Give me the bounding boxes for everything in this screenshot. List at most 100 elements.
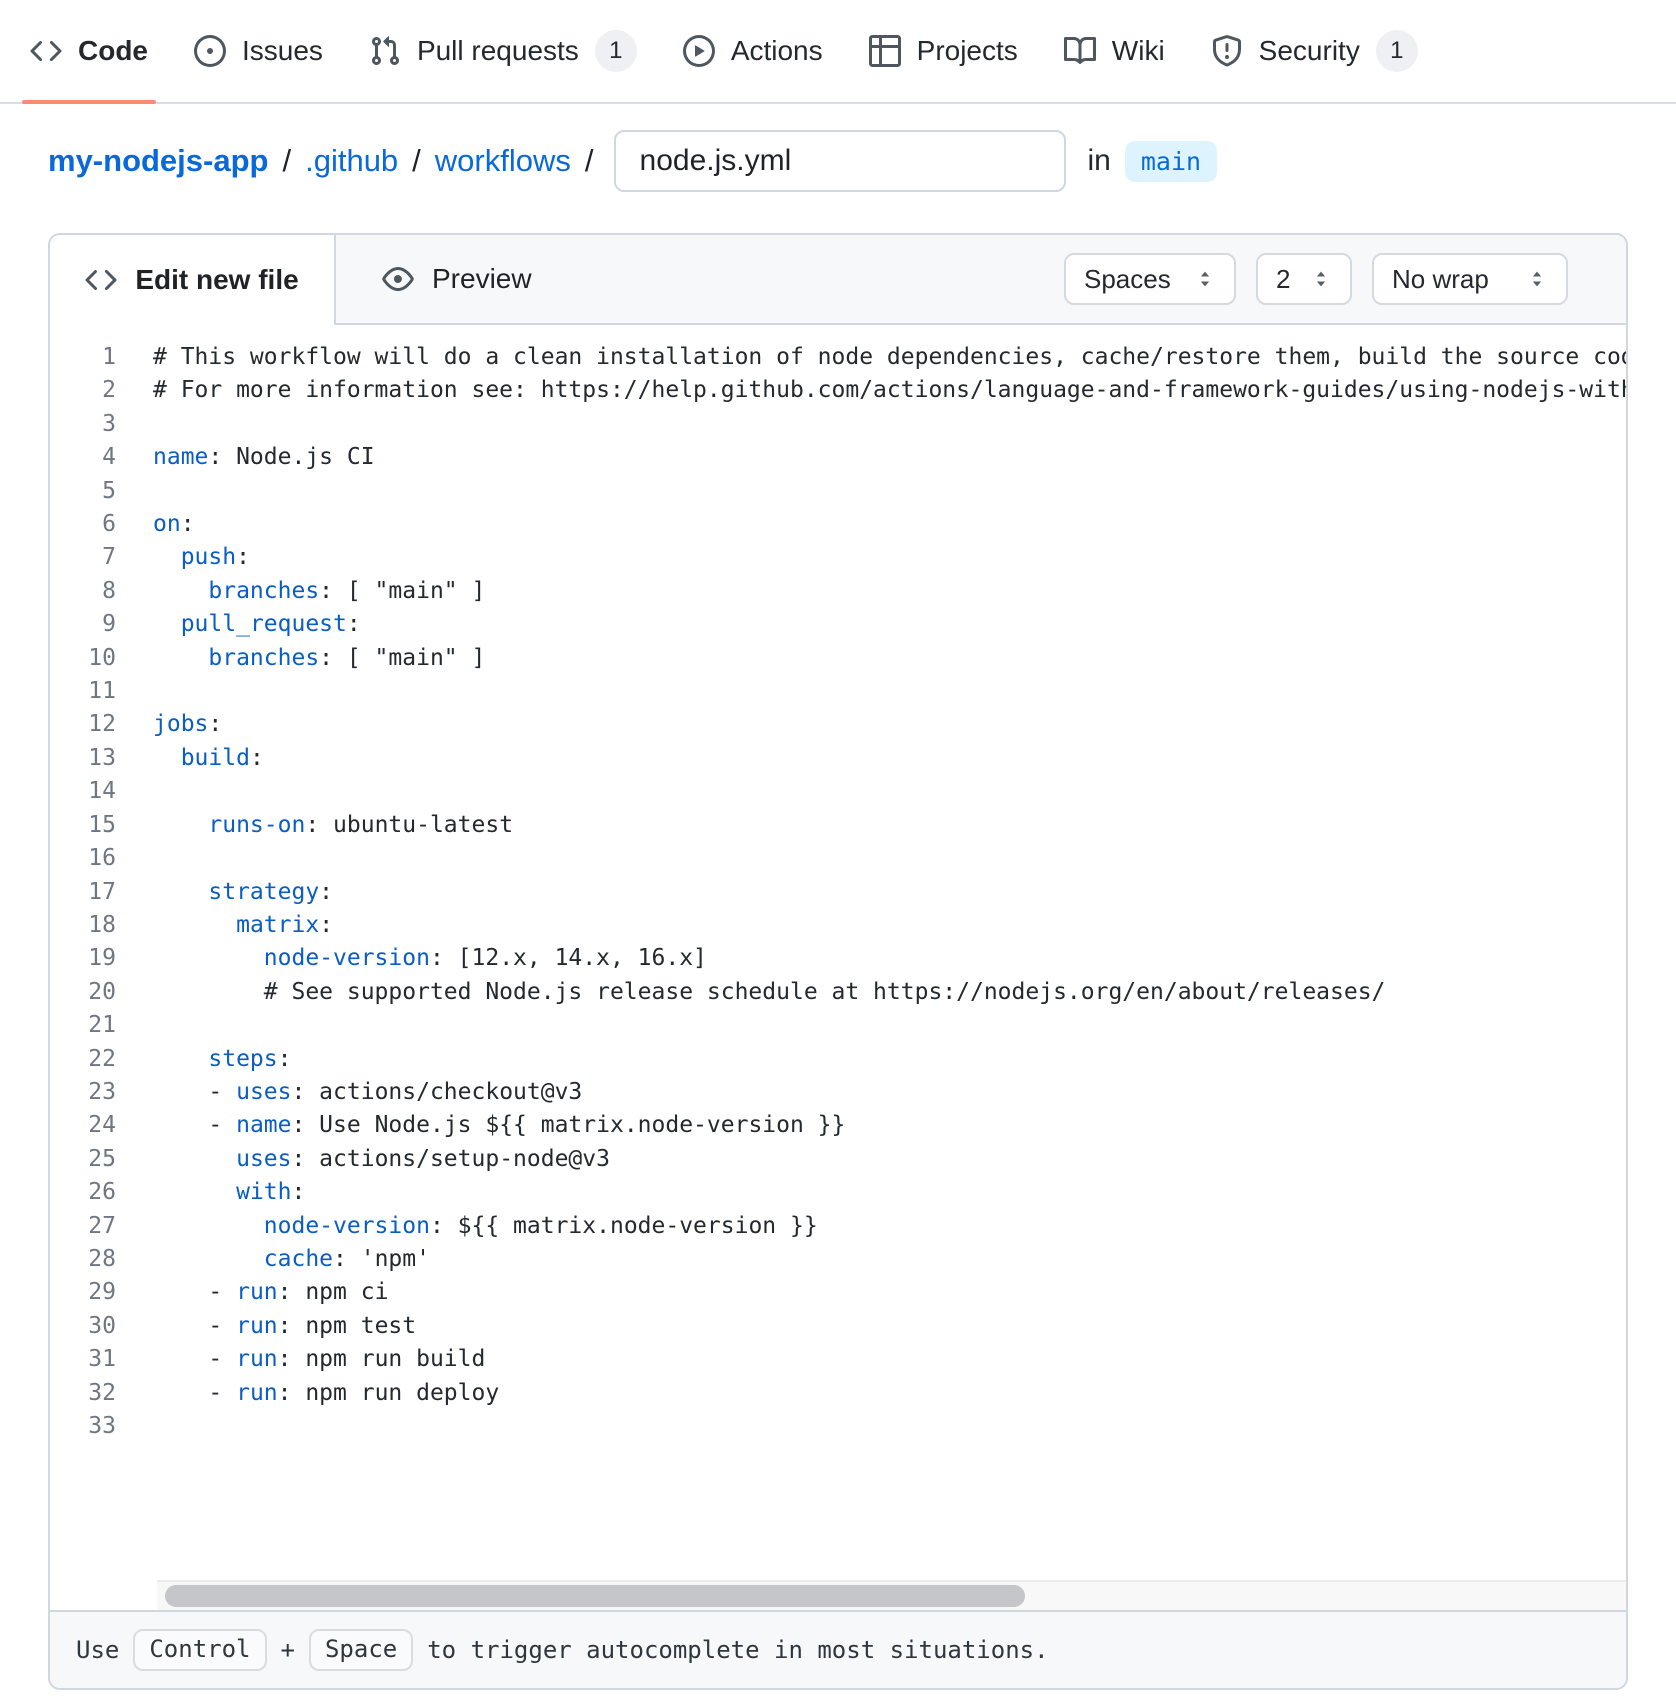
line-content: name: Node.js CI — [116, 441, 375, 474]
play-icon — [683, 35, 715, 67]
nav-item-wiki[interactable]: Wiki — [1050, 0, 1179, 102]
token-plain: : actions/setup-node@v3 — [291, 1146, 610, 1172]
code-icon — [30, 35, 62, 67]
horizontal-scrollbar-thumb[interactable] — [165, 1585, 1025, 1607]
code-line: 24 - name: Use Node.js ${{ matrix.node-v… — [50, 1109, 1626, 1142]
line-number: 3 — [50, 408, 116, 441]
line-number: 22 — [50, 1043, 116, 1076]
code-line: 26 with: — [50, 1176, 1626, 1209]
nav-item-security[interactable]: Security1 — [1197, 0, 1432, 102]
code-line: 16 — [50, 842, 1626, 875]
line-number: 23 — [50, 1076, 116, 1109]
code-line: 25 uses: actions/setup-node@v3 — [50, 1143, 1626, 1176]
space-key: Space — [309, 1629, 413, 1670]
shield-icon — [1211, 35, 1243, 67]
line-number: 1 — [50, 341, 116, 374]
line-number: 18 — [50, 909, 116, 942]
file-editor-card: Edit new filePreview Spaces 2 No wrap 1# T… — [48, 233, 1628, 1690]
code-line: 23 - uses: actions/checkout@v3 — [50, 1076, 1626, 1109]
line-number: 4 — [50, 441, 116, 474]
nav-item-issues[interactable]: Issues — [180, 0, 337, 102]
line-content: build: — [116, 742, 264, 775]
line-content: matrix: — [116, 909, 333, 942]
nav-item-projects[interactable]: Projects — [855, 0, 1032, 102]
tab-edit[interactable]: Edit new file — [50, 235, 336, 325]
token-key: cache — [264, 1246, 333, 1272]
token-key: run — [236, 1313, 278, 1339]
line-content: - run: npm run build — [116, 1343, 485, 1376]
breadcrumb-segment-github[interactable]: .github — [305, 143, 398, 179]
nav-item-actions[interactable]: Actions — [669, 0, 837, 102]
code-line: 9 pull_request: — [50, 608, 1626, 641]
token-plain: - — [153, 1313, 236, 1339]
token-plain: : 'npm' — [333, 1246, 430, 1272]
token-plain — [153, 544, 181, 570]
line-content: uses: actions/setup-node@v3 — [116, 1143, 610, 1176]
line-number: 31 — [50, 1343, 116, 1376]
nav-label-code: Code — [78, 35, 148, 67]
token-plain: - — [153, 1346, 236, 1372]
issue-opened-icon — [194, 35, 226, 67]
book-icon — [1064, 35, 1096, 67]
issue-opened-icon — [194, 35, 226, 67]
token-plain: : — [278, 1046, 292, 1072]
indent-size-value: 2 — [1276, 264, 1290, 295]
indent-size-select[interactable]: 2 — [1256, 253, 1352, 305]
line-content — [116, 775, 153, 808]
indent-mode-select[interactable]: Spaces — [1064, 253, 1236, 305]
table-icon — [869, 35, 901, 67]
hint-text-plus: + — [281, 1636, 295, 1664]
nav-label-pull-requests: Pull requests — [417, 35, 579, 67]
nav-item-code[interactable]: Code — [16, 0, 162, 102]
breadcrumb-path: my-nodejs-app/.github/workflows/ — [48, 143, 594, 179]
token-plain — [153, 1046, 208, 1072]
token-key: run — [236, 1380, 278, 1406]
line-content: branches: [ "main" ] — [116, 642, 485, 675]
token-key: build — [181, 745, 250, 771]
in-label: in — [1088, 144, 1111, 178]
line-number: 25 — [50, 1143, 116, 1176]
code-line: 30 - run: npm test — [50, 1310, 1626, 1343]
token-key: steps — [208, 1046, 277, 1072]
code-line: 1# This workflow will do a clean install… — [50, 341, 1626, 374]
line-number: 24 — [50, 1109, 116, 1142]
line-number: 8 — [50, 575, 116, 608]
tab-preview[interactable]: Preview — [336, 235, 578, 323]
breadcrumb: my-nodejs-app/.github/workflows/ in main — [48, 130, 1628, 192]
token-key: uses — [236, 1079, 291, 1105]
token-key: branches — [208, 645, 319, 671]
code-line: 6on: — [50, 508, 1626, 541]
line-number: 28 — [50, 1243, 116, 1276]
code-line: 15 runs-on: ubuntu-latest — [50, 809, 1626, 842]
line-number: 21 — [50, 1009, 116, 1042]
token-plain — [153, 879, 208, 905]
token-plain: : [12.x, 14.x, 16.x] — [430, 945, 707, 971]
token-plain: : actions/checkout@v3 — [291, 1079, 582, 1105]
code-line: 20 # See supported Node.js release sched… — [50, 976, 1626, 1009]
code-line: 21 — [50, 1009, 1626, 1042]
token-plain: : — [319, 879, 333, 905]
filename-input[interactable] — [614, 130, 1066, 192]
token-plain: : npm run deploy — [278, 1380, 500, 1406]
nav-item-pull-requests[interactable]: Pull requests1 — [355, 0, 651, 102]
wrap-mode-select[interactable]: No wrap — [1372, 253, 1568, 305]
code-icon — [85, 264, 117, 296]
token-comment: # See supported Node.js release schedule… — [153, 979, 1385, 1005]
line-number: 29 — [50, 1276, 116, 1309]
line-content: - name: Use Node.js ${{ matrix.node-vers… — [116, 1109, 845, 1142]
breadcrumb-segment-workflows[interactable]: workflows — [435, 143, 571, 179]
code-line: 5 — [50, 475, 1626, 508]
line-number: 17 — [50, 876, 116, 909]
line-content — [116, 1410, 153, 1443]
token-key: pull_request — [181, 611, 347, 637]
token-plain: : npm ci — [278, 1279, 389, 1305]
breadcrumb-separator: / — [412, 143, 421, 179]
autocomplete-hint-bar: Use Control + Space to trigger autocompl… — [50, 1610, 1626, 1688]
line-number: 15 — [50, 809, 116, 842]
breadcrumb-repo-link[interactable]: my-nodejs-app — [48, 143, 268, 179]
line-content: strategy: — [116, 876, 333, 909]
code-editor[interactable]: 1# This workflow will do a clean install… — [50, 325, 1626, 1610]
updown-icon — [1310, 268, 1332, 290]
token-key: push — [181, 544, 236, 570]
token-plain — [153, 745, 181, 771]
